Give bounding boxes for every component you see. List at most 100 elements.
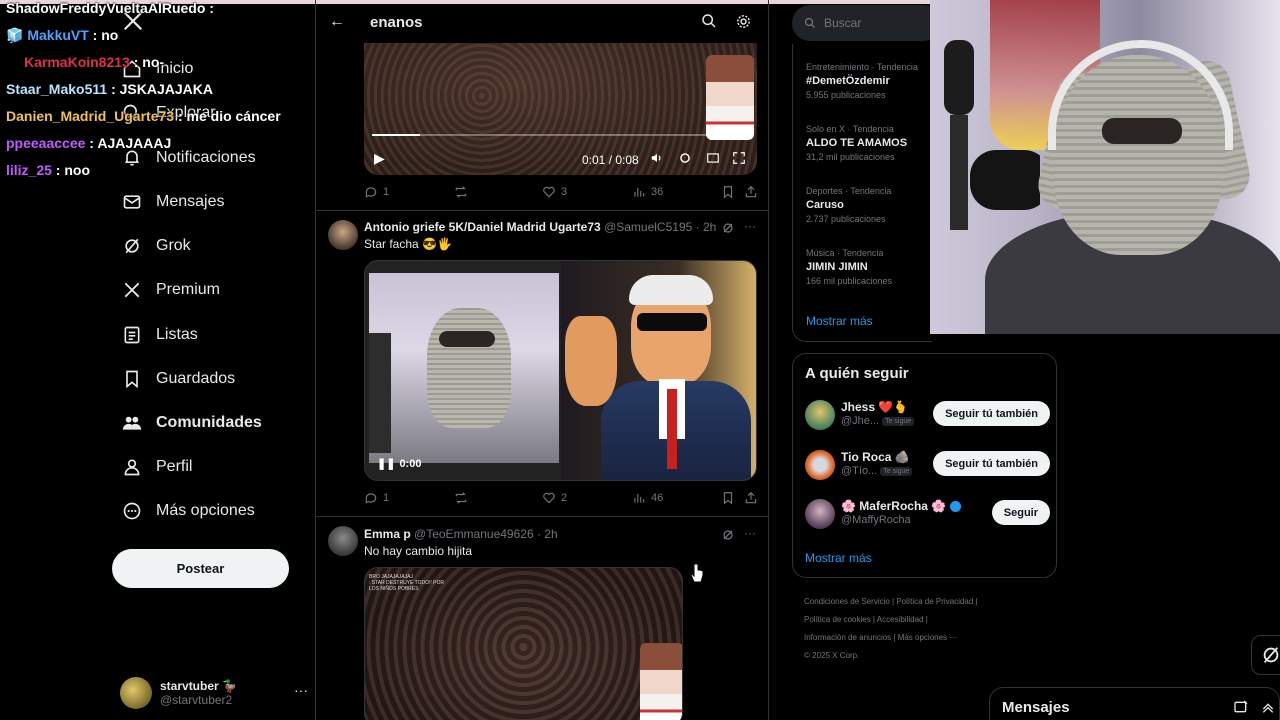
follow-suggestion[interactable]: Tio Roca 🪨 @Tío... Te sigue Seguir tú tam…	[805, 448, 1050, 482]
volume-icon[interactable]	[650, 151, 664, 168]
search-box[interactable]	[792, 5, 942, 41]
video-progress-bar[interactable]	[372, 134, 742, 136]
person-icon	[122, 457, 142, 477]
chat-message: ppeeaaccee : AJAJAAAJ	[6, 135, 172, 151]
verified-badge-icon	[949, 501, 961, 513]
grok-icon	[122, 236, 142, 256]
trend-item[interactable]: Solo en X · Tendencia ALDO TE AMAMOS 31,…	[806, 124, 936, 162]
video-timecode: ❚❚ 0:00	[377, 458, 422, 470]
sidebar-item-mas-opciones[interactable]: Más opciones	[122, 496, 255, 526]
cartoon-man-image	[561, 261, 756, 480]
video-caption: BRO JAJAJAJAJAJ : STAR DESTRUYE TODO!! P…	[369, 574, 445, 592]
trend-item[interactable]: Deportes · Tendencia Caruso 2.737 public…	[806, 186, 936, 224]
more-icon[interactable]: ···	[294, 682, 308, 698]
chat-message: Danien_Madrid_Ugarte73 : me dio cáncer	[6, 108, 281, 124]
show-more-trends-link[interactable]: Mostrar más	[806, 314, 873, 328]
sidebar-item-comunidades[interactable]: Comunidades	[122, 408, 262, 438]
follow-suggestion[interactable]: Jhess ❤️🫰 @Jhe... Te sigue Seguir tú tamb…	[805, 398, 1050, 432]
share-icon[interactable]	[744, 491, 763, 505]
bookmark-icon	[122, 369, 142, 389]
like-button[interactable]: 2	[542, 491, 567, 505]
author-name[interactable]: Emma p	[364, 527, 411, 541]
sidebar-item-listas[interactable]: Listas	[122, 320, 198, 350]
sidebar-item-label: Grok	[156, 237, 191, 254]
post-time: · 2h	[536, 527, 558, 541]
views-button[interactable]: 36	[632, 185, 663, 199]
follow-suggestion[interactable]: 🌸 MaferRocha 🌸 @MaffyRocha Seguir	[805, 497, 1050, 531]
author-handle[interactable]: @SamuelC5195	[604, 220, 692, 234]
video-player[interactable]: ▶ 0:01 / 0:08	[364, 43, 757, 175]
sidebar-item-label: Comunidades	[156, 414, 262, 431]
reply-button[interactable]: 1	[364, 491, 389, 505]
avatar	[805, 400, 835, 430]
author-handle[interactable]: @TeoEmmanue49626	[414, 527, 534, 541]
share-icon[interactable]	[744, 185, 763, 199]
reply-button[interactable]: 1	[364, 185, 389, 199]
divider	[316, 516, 768, 517]
messages-drawer-title: Mensajes	[1002, 699, 1070, 716]
mail-icon	[122, 192, 142, 212]
avatar	[805, 450, 835, 480]
post-video[interactable]: ❚❚ 0:00	[364, 260, 757, 481]
video-progress-fill	[372, 134, 421, 136]
follow-back-button[interactable]: Seguir tú también	[933, 451, 1050, 476]
list-icon	[122, 325, 142, 345]
repost-button[interactable]	[454, 491, 473, 505]
vtuber-avatar-image	[640, 643, 682, 720]
back-arrow-icon[interactable]: ←	[329, 13, 345, 31]
show-more-follow-link[interactable]: Mostrar más	[805, 551, 872, 565]
avatar[interactable]	[328, 220, 358, 250]
account-handle: @starvtuber2	[160, 693, 233, 707]
x-icon	[122, 280, 142, 300]
grok-floating-button[interactable]	[1251, 635, 1280, 675]
more-circle-icon	[122, 501, 142, 521]
pip-icon[interactable]	[706, 151, 720, 168]
communities-icon	[122, 413, 142, 433]
chat-message: ShadowFreddyVueltaAlRuedo :	[6, 0, 214, 16]
sidebar-item-premium[interactable]: Premium	[122, 275, 220, 305]
trends-panel: Entretenimiento · Tendencia #DemetÖzdemi…	[792, 44, 932, 342]
post-video[interactable]: BRO JAJAJAJAJAJ : STAR DESTRUYE TODO!! P…	[364, 567, 683, 720]
author-name[interactable]: Antonio griefe 5K/Daniel Madrid Ugarte73	[364, 220, 601, 234]
chevron-up-icon[interactable]	[1260, 699, 1276, 720]
bookmark-icon[interactable]	[721, 185, 740, 199]
bookmark-icon[interactable]	[721, 491, 740, 505]
messages-drawer[interactable]: Mensajes	[989, 687, 1280, 720]
chat-message: KarmaKoin8213 : no-	[24, 54, 165, 70]
repost-button[interactable]	[454, 185, 473, 199]
new-message-icon[interactable]	[1233, 699, 1249, 720]
post-button[interactable]: Postear	[112, 549, 289, 588]
follow-button[interactable]: Seguir	[991, 500, 1050, 525]
sidebar-item-guardados[interactable]: Guardados	[122, 364, 235, 394]
gear-icon[interactable]	[735, 13, 752, 35]
play-icon[interactable]: ▶	[374, 150, 385, 167]
sidebar-item-label: Guardados	[156, 370, 236, 387]
trend-item[interactable]: Música · Tendencia JIMIN JIMIN 166 mil p…	[806, 248, 936, 286]
chat-message: liliz_25 : noo	[6, 162, 91, 178]
sidebar-item-grok[interactable]: Grok	[122, 231, 191, 261]
search-icon[interactable]	[701, 13, 717, 34]
grok-explain-icon[interactable]	[722, 528, 734, 540]
more-icon[interactable]: ···	[744, 526, 756, 540]
trend-item[interactable]: Entretenimiento · Tendencia #DemetÖzdemi…	[806, 62, 936, 100]
video-timecode: 0:01 / 0:08	[582, 153, 639, 167]
settings-icon[interactable]	[678, 151, 692, 168]
sidebar-item-perfil[interactable]: Perfil	[122, 452, 192, 482]
views-button[interactable]: 46	[632, 491, 663, 505]
chat-message: Staar_Mako511 : JSKAJAJAKA	[6, 81, 213, 97]
sidebar-item-label: Premium	[156, 281, 221, 298]
avatar	[120, 677, 152, 709]
more-icon[interactable]: ···	[744, 219, 756, 233]
account-name: starvtuber 🦆	[160, 679, 237, 693]
account-switcher[interactable]: starvtuber 🦆 @starvtuber2 ···	[120, 676, 310, 710]
like-button[interactable]: 3	[542, 185, 567, 199]
post-actions: 1 3 36	[364, 185, 757, 201]
sidebar-item-mensajes[interactable]: Mensajes	[122, 187, 224, 217]
search-input[interactable]	[824, 16, 924, 30]
grok-explain-icon[interactable]	[722, 221, 734, 233]
follow-back-button[interactable]: Seguir tú también	[933, 401, 1050, 426]
avatar[interactable]	[328, 526, 358, 556]
sidebar-item-label: Perfil	[156, 458, 193, 475]
fullscreen-icon[interactable]	[732, 151, 746, 168]
follows-you-badge: Te sigue	[882, 416, 915, 426]
